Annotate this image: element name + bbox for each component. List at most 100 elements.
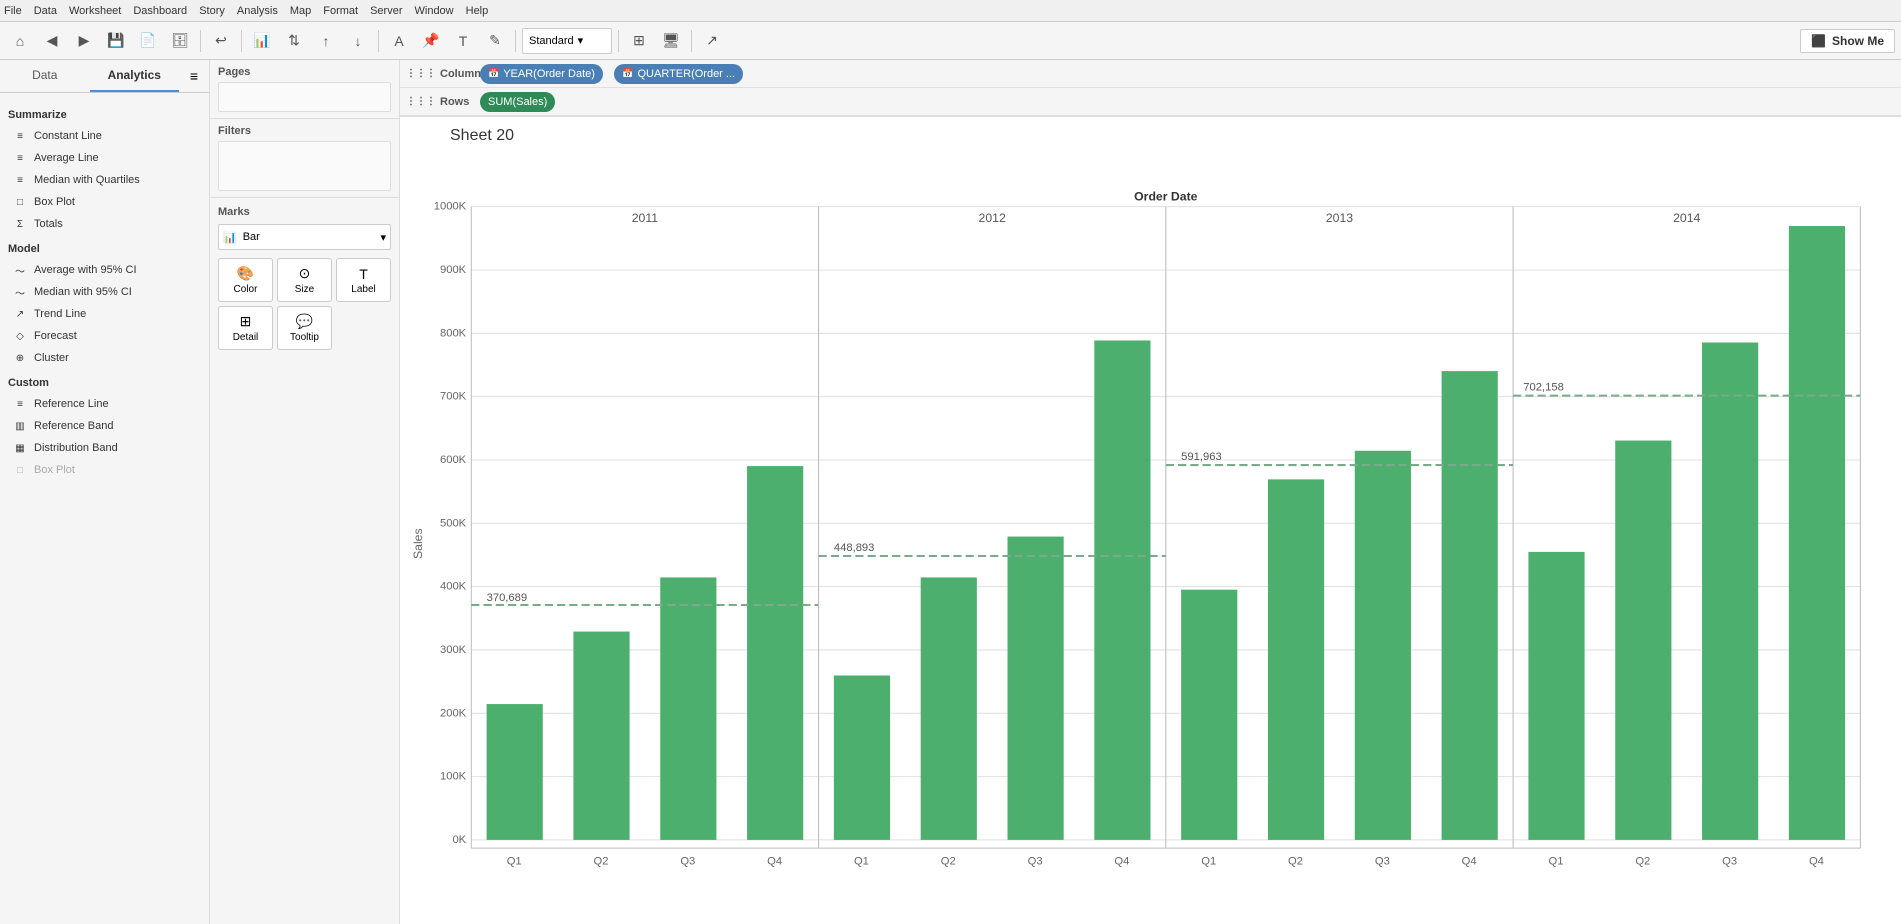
columns-icon: ⋮⋮⋮ [406, 68, 436, 79]
sum-sales-pill-label: SUM(Sales) [488, 96, 547, 108]
color-btn[interactable]: 🎨 Color [218, 258, 273, 302]
toolbar-new-btn[interactable]: 📄 [134, 28, 162, 54]
view-dropdown-label: Standard [529, 35, 574, 47]
reference-band-item[interactable]: ▥ Reference Band [8, 415, 201, 437]
sum-sales-pill[interactable]: SUM(Sales) [480, 92, 555, 112]
bar-2014-q3[interactable] [1702, 343, 1758, 840]
box-plot-summarize-item[interactable]: □ Box Plot [8, 191, 201, 213]
bar-2012-q3[interactable] [1008, 537, 1064, 840]
year-2012: 2012 [979, 211, 1006, 225]
toolbar-grid-btn[interactable]: ⊞ [625, 28, 653, 54]
cluster-item[interactable]: ⊕ Cluster [8, 347, 201, 369]
detail-icon: ⊞ [240, 313, 252, 330]
distribution-band-icon: ▦ [12, 440, 28, 456]
trend-line-label: Trend Line [34, 308, 86, 320]
view-dropdown[interactable]: Standard ▾ [522, 28, 612, 54]
x-axis-labels: Q1 Q2 Q3 Q4 Q1 Q2 Q3 Q4 Q1 Q2 Q3 Q4 Q1 Q… [507, 855, 1824, 867]
bar-2011-q1[interactable] [487, 704, 543, 840]
toolbar-pin-btn[interactable]: 📌 [417, 28, 445, 54]
menu-story[interactable]: Story [199, 5, 225, 17]
toolbar-forward-btn[interactable]: ▶ [70, 28, 98, 54]
toolbar-back-btn[interactable]: ◀ [38, 28, 66, 54]
color-icon: 🎨 [237, 265, 254, 282]
color-label: Color [234, 284, 258, 295]
toolbar-chart-type-btn[interactable]: 📊 [248, 28, 276, 54]
toolbar-device-btn[interactable]: 🖥 [657, 28, 685, 54]
svg-text:Q4: Q4 [767, 855, 782, 867]
bar-2014-q4[interactable] [1789, 226, 1845, 840]
toolbar-tooltip-btn[interactable]: T [449, 28, 477, 54]
average-line-item[interactable]: ≡ Average Line [8, 147, 201, 169]
menu-file[interactable]: File [4, 5, 22, 17]
toolbar-undo-btn[interactable]: ↩ [207, 28, 235, 54]
chart-area: ⋮⋮⋮ Columns 📅 YEAR(Order Date) 📅 QUARTER… [400, 60, 1901, 924]
chart-svg-container: Sales 0K 100K 200K [410, 155, 1891, 912]
bar-2013-q2[interactable] [1268, 479, 1324, 840]
box-plot-custom-icon: □ [12, 462, 28, 478]
menu-window[interactable]: Window [415, 5, 454, 17]
menu-analysis[interactable]: Analysis [237, 5, 278, 17]
marks-type-dropdown[interactable]: 📊 Bar ▾ [218, 224, 391, 250]
bar-2012-q2[interactable] [921, 577, 977, 839]
rows-icon: ⋮⋮⋮ [406, 96, 436, 107]
bar-2013-q3[interactable] [1355, 451, 1411, 840]
menu-worksheet[interactable]: Worksheet [69, 5, 121, 17]
toolbar-sort-desc-btn[interactable]: ↓ [344, 28, 372, 54]
svg-text:Q1: Q1 [507, 855, 522, 867]
tab-analytics[interactable]: Analytics [90, 60, 180, 92]
year-2014: 2014 [1673, 211, 1700, 225]
menu-help[interactable]: Help [466, 5, 489, 17]
chart-svg: Sales 0K 100K 200K [410, 155, 1891, 912]
bar-2013-q4[interactable] [1442, 371, 1498, 840]
avg-95ci-item[interactable]: 〜 Average with 95% CI [8, 259, 201, 281]
totals-item[interactable]: Σ Totals [8, 213, 201, 235]
bar-2011-q3[interactable] [660, 577, 716, 839]
constant-line-item[interactable]: ≡ Constant Line [8, 125, 201, 147]
toolbar-save-btn[interactable]: 💾 [102, 28, 130, 54]
reference-line-item[interactable]: ≡ Reference Line [8, 393, 201, 415]
menu-map[interactable]: Map [290, 5, 311, 17]
bar-2011-q2[interactable] [573, 632, 629, 840]
bar-2011-q4[interactable] [747, 466, 803, 840]
tab-data[interactable]: Data [0, 60, 90, 92]
menu-data[interactable]: Data [34, 5, 57, 17]
filters-content[interactable] [218, 141, 391, 191]
panel-menu-btn[interactable]: ≡ [179, 60, 209, 92]
toolbar-swap-btn[interactable]: ⇅ [280, 28, 308, 54]
size-btn[interactable]: ⊙ Size [277, 258, 332, 302]
quarter-pill-icon: 📅 [622, 68, 633, 79]
median-quartiles-item[interactable]: ≡ Median with Quartiles [8, 169, 201, 191]
menu-server[interactable]: Server [370, 5, 402, 17]
toolbar-highlight-btn[interactable]: ✎ [481, 28, 509, 54]
tooltip-btn[interactable]: 💬 Tooltip [277, 306, 332, 350]
toolbar-label-btn[interactable]: A [385, 28, 413, 54]
pages-content[interactable] [218, 82, 391, 112]
toolbar-sort-asc-btn[interactable]: ↑ [312, 28, 340, 54]
quarter-pill[interactable]: 📅 QUARTER(Order ... [614, 64, 743, 84]
show-me-button[interactable]: ⬛ Show Me [1800, 29, 1895, 53]
toolbar-share-btn[interactable]: ↗ [698, 28, 726, 54]
constant-line-label: Constant Line [34, 130, 102, 142]
bar-2012-q4[interactable] [1094, 340, 1150, 839]
bar-2014-q2[interactable] [1615, 441, 1671, 840]
toolbar-datasource-btn[interactable]: 🗄 [166, 28, 194, 54]
year-2013: 2013 [1326, 211, 1353, 225]
bar-2013-q1[interactable] [1181, 590, 1237, 840]
x-axis-title: Order Date [1134, 190, 1198, 204]
distribution-band-item[interactable]: ▦ Distribution Band [8, 437, 201, 459]
label-btn[interactable]: T Label [336, 258, 391, 302]
forecast-item[interactable]: ◇ Forecast [8, 325, 201, 347]
trend-line-item[interactable]: ↗ Trend Line [8, 303, 201, 325]
menu-format[interactable]: Format [323, 5, 358, 17]
bar-2012-q1[interactable] [834, 675, 890, 839]
average-line-label: Average Line [34, 152, 99, 164]
menu-dashboard[interactable]: Dashboard [133, 5, 187, 17]
view-dropdown-arrow: ▾ [578, 34, 584, 47]
panel-tabs: Data Analytics ≡ [0, 60, 209, 93]
toolbar-home-btn[interactable]: ⌂ [6, 28, 34, 54]
median-95ci-item[interactable]: 〜 Median with 95% CI [8, 281, 201, 303]
year-pill[interactable]: 📅 YEAR(Order Date) [480, 64, 603, 84]
reference-band-icon: ▥ [12, 418, 28, 434]
detail-btn[interactable]: ⊞ Detail [218, 306, 273, 350]
bar-2014-q1[interactable] [1528, 552, 1584, 840]
